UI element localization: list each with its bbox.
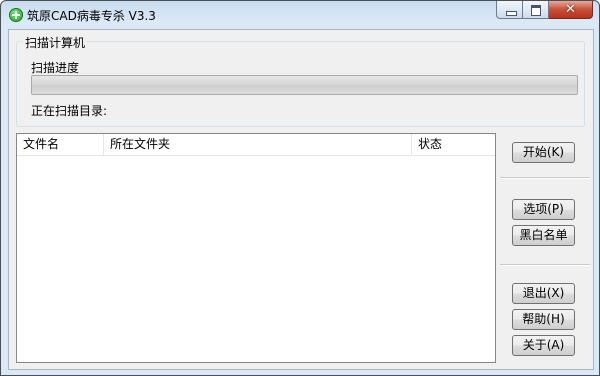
close-button[interactable]: ✕ [549, 1, 593, 19]
list-header: 文件名 所在文件夹 状态 [17, 134, 495, 156]
column-header-filename[interactable]: 文件名 [17, 134, 104, 155]
column-header-status[interactable]: 状态 [412, 134, 495, 155]
blackwhite-list-button[interactable]: 黑白名单 [512, 225, 575, 246]
progress-label: 扫描进度 [31, 61, 80, 75]
scan-progress-bar [31, 75, 578, 95]
title-bar[interactable]: 筑原CAD病毒专杀 V3.3 ✕ [1, 1, 599, 29]
results-listview[interactable]: 文件名 所在文件夹 状态 [16, 133, 496, 363]
button-divider [500, 177, 590, 179]
window-controls: ✕ [496, 1, 593, 20]
main-panel: 扫描计算机 扫描进度 正在扫描目录: 文件名 所在文件夹 状态 开始(K) 选项… [8, 29, 594, 370]
window-title: 筑原CAD病毒专杀 V3.3 [27, 9, 156, 23]
exit-button[interactable]: 退出(X) [512, 283, 575, 304]
button-divider [500, 264, 590, 266]
help-button[interactable]: 帮助(H) [512, 309, 575, 330]
maximize-button[interactable] [523, 1, 549, 19]
options-button[interactable]: 选项(P) [512, 199, 575, 220]
about-button[interactable]: 关于(A) [512, 335, 575, 356]
current-dir-label: 正在扫描目录: [31, 104, 108, 118]
scan-group-title: 扫描计算机 [23, 34, 88, 51]
column-header-folder[interactable]: 所在文件夹 [104, 134, 412, 155]
close-icon: ✕ [565, 2, 576, 17]
scan-groupbox: 扫描计算机 扫描进度 正在扫描目录: [16, 34, 585, 127]
app-plus-icon [9, 8, 23, 22]
minimize-button[interactable] [496, 1, 523, 19]
start-button[interactable]: 开始(K) [512, 142, 575, 163]
app-window: 筑原CAD病毒专杀 V3.3 ✕ 扫描计算机 扫描进度 正在扫描目录: 文件名 … [0, 0, 600, 376]
